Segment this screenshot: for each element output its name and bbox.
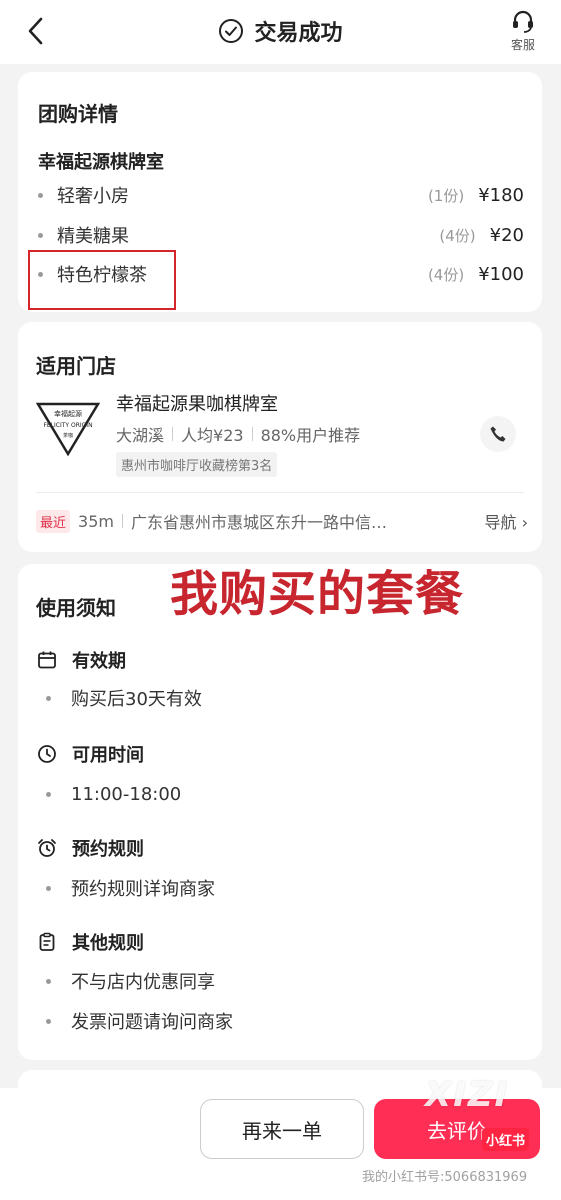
item-price: ¥20 bbox=[489, 224, 524, 246]
notice-title: 使用须知 bbox=[36, 596, 116, 620]
bullet bbox=[38, 192, 43, 198]
item-name: 精美糖果 bbox=[57, 226, 129, 247]
list-item: 轻奢小房 (1份) ¥180 bbox=[38, 180, 524, 210]
item-price: ¥100 bbox=[478, 263, 524, 285]
customer-service-button[interactable]: 客服 bbox=[503, 8, 543, 56]
rule-text: 11:00-18:00 bbox=[71, 783, 182, 805]
rule-title: 可用时间 bbox=[72, 745, 144, 766]
highlight-box bbox=[28, 250, 176, 310]
rule-text: 发票问题请询问商家 bbox=[71, 1012, 233, 1033]
item-qty: (4份) bbox=[439, 226, 476, 245]
divider bbox=[36, 492, 524, 493]
navigate-link[interactable]: 导航 › bbox=[485, 509, 529, 533]
user-id-watermark: 我的小红书号:5066831969 bbox=[362, 1170, 528, 1185]
top-bar: 交易成功 客服 bbox=[0, 0, 561, 64]
bullet bbox=[46, 791, 51, 797]
item-qty: (4份) bbox=[427, 265, 465, 284]
rule-hours: 可用时间 bbox=[36, 740, 144, 768]
rule-item: 发票问题请询问商家 bbox=[46, 1007, 233, 1035]
store-card: 适用门店 幸福起源 FELICITY ORIGIN 茶咖 幸福起源果咖棋牌室 大… bbox=[18, 322, 542, 552]
store-address: 广东省惠州市惠城区东升一路中信… bbox=[130, 513, 387, 532]
rule-text: 购买后30天有效 bbox=[71, 689, 202, 710]
separator bbox=[121, 514, 123, 528]
separator bbox=[172, 427, 174, 441]
headset-icon bbox=[513, 10, 533, 33]
group-detail-card: 团购详情 幸福起源棋牌室 轻奢小房 (1份) ¥180 精美糖果 (4份) ¥2… bbox=[18, 72, 542, 312]
rule-item: 11:00-18:00 bbox=[46, 780, 181, 808]
rule-title: 其他规则 bbox=[72, 933, 144, 954]
rank-badge: 惠州市咖啡厅收藏榜第3名 bbox=[116, 452, 278, 477]
page-title: 交易成功 bbox=[254, 21, 343, 46]
annotation-overlay: 我购买的套餐 bbox=[170, 566, 465, 622]
phone-icon bbox=[490, 426, 506, 442]
alarm-icon bbox=[36, 837, 58, 859]
store-area: 大湖溪 bbox=[116, 426, 165, 445]
store-card-title: 适用门店 bbox=[36, 354, 116, 378]
app-watermark-logo: 小红书 bbox=[482, 1128, 530, 1151]
rule-text: 预约规则详询商家 bbox=[71, 879, 215, 900]
logo-top-text: 幸福起源 bbox=[54, 409, 82, 418]
rule-other: 其他规则 bbox=[36, 928, 144, 956]
item-qty: (1份) bbox=[427, 186, 465, 205]
logo-bottom-text: 茶咖 bbox=[63, 432, 73, 439]
page-title-group: 交易成功 bbox=[0, 14, 561, 48]
logo-mid-text: FELICITY ORIGIN bbox=[43, 422, 92, 429]
store-logo: 幸福起源 FELICITY ORIGIN 茶咖 bbox=[35, 394, 101, 458]
bullet bbox=[46, 885, 51, 891]
bullet bbox=[38, 232, 43, 238]
calendar-icon bbox=[36, 649, 58, 671]
rule-item: 预约规则详询商家 bbox=[46, 874, 215, 902]
bullet bbox=[46, 695, 51, 701]
store-recommend: 88%用户推荐 bbox=[260, 426, 361, 445]
clipboard-icon bbox=[36, 931, 58, 953]
rule-text: 不与店内优惠同享 bbox=[71, 972, 215, 993]
reorder-button[interactable]: 再来一单 bbox=[200, 1099, 364, 1159]
call-button[interactable] bbox=[480, 416, 516, 452]
rule-item: 购买后30天有效 bbox=[46, 684, 202, 712]
group-detail-title: 团购详情 bbox=[38, 102, 118, 126]
rule-title: 预约规则 bbox=[72, 839, 144, 860]
rule-item: 不与店内优惠同享 bbox=[46, 967, 215, 995]
store-avg-price: 人均¥23 bbox=[181, 426, 244, 445]
recent-badge: 最近 bbox=[36, 509, 71, 533]
bullet bbox=[46, 1018, 51, 1024]
address-row[interactable]: 最近 35m 广东省惠州市惠城区东升一路中信… 导航 › bbox=[36, 508, 528, 534]
rule-validity: 有效期 bbox=[36, 646, 126, 674]
store-meta: 大湖溪 人均¥23 88%用户推荐 bbox=[116, 422, 360, 446]
check-circle-icon bbox=[219, 19, 244, 43]
list-item: 精美糖果 (4份) ¥20 bbox=[38, 220, 524, 250]
distance: 35m bbox=[78, 511, 114, 531]
item-name: 轻奢小房 bbox=[57, 186, 129, 207]
service-label: 客服 bbox=[510, 38, 535, 52]
site-watermark: XIZI bbox=[425, 1075, 510, 1115]
shop-name: 幸福起源棋牌室 bbox=[38, 152, 164, 173]
clock-icon bbox=[36, 743, 58, 765]
usage-notice-card: 使用须知 我购买的套餐 有效期 购买后30天有效 可用时间 11:00-18:0… bbox=[18, 564, 542, 1060]
store-name[interactable]: 幸福起源果咖棋牌室 bbox=[116, 390, 278, 416]
rule-title: 有效期 bbox=[72, 651, 126, 672]
separator bbox=[251, 427, 253, 441]
item-price: ¥180 bbox=[478, 184, 524, 206]
rule-booking: 预约规则 bbox=[36, 834, 144, 862]
bullet bbox=[46, 978, 51, 984]
